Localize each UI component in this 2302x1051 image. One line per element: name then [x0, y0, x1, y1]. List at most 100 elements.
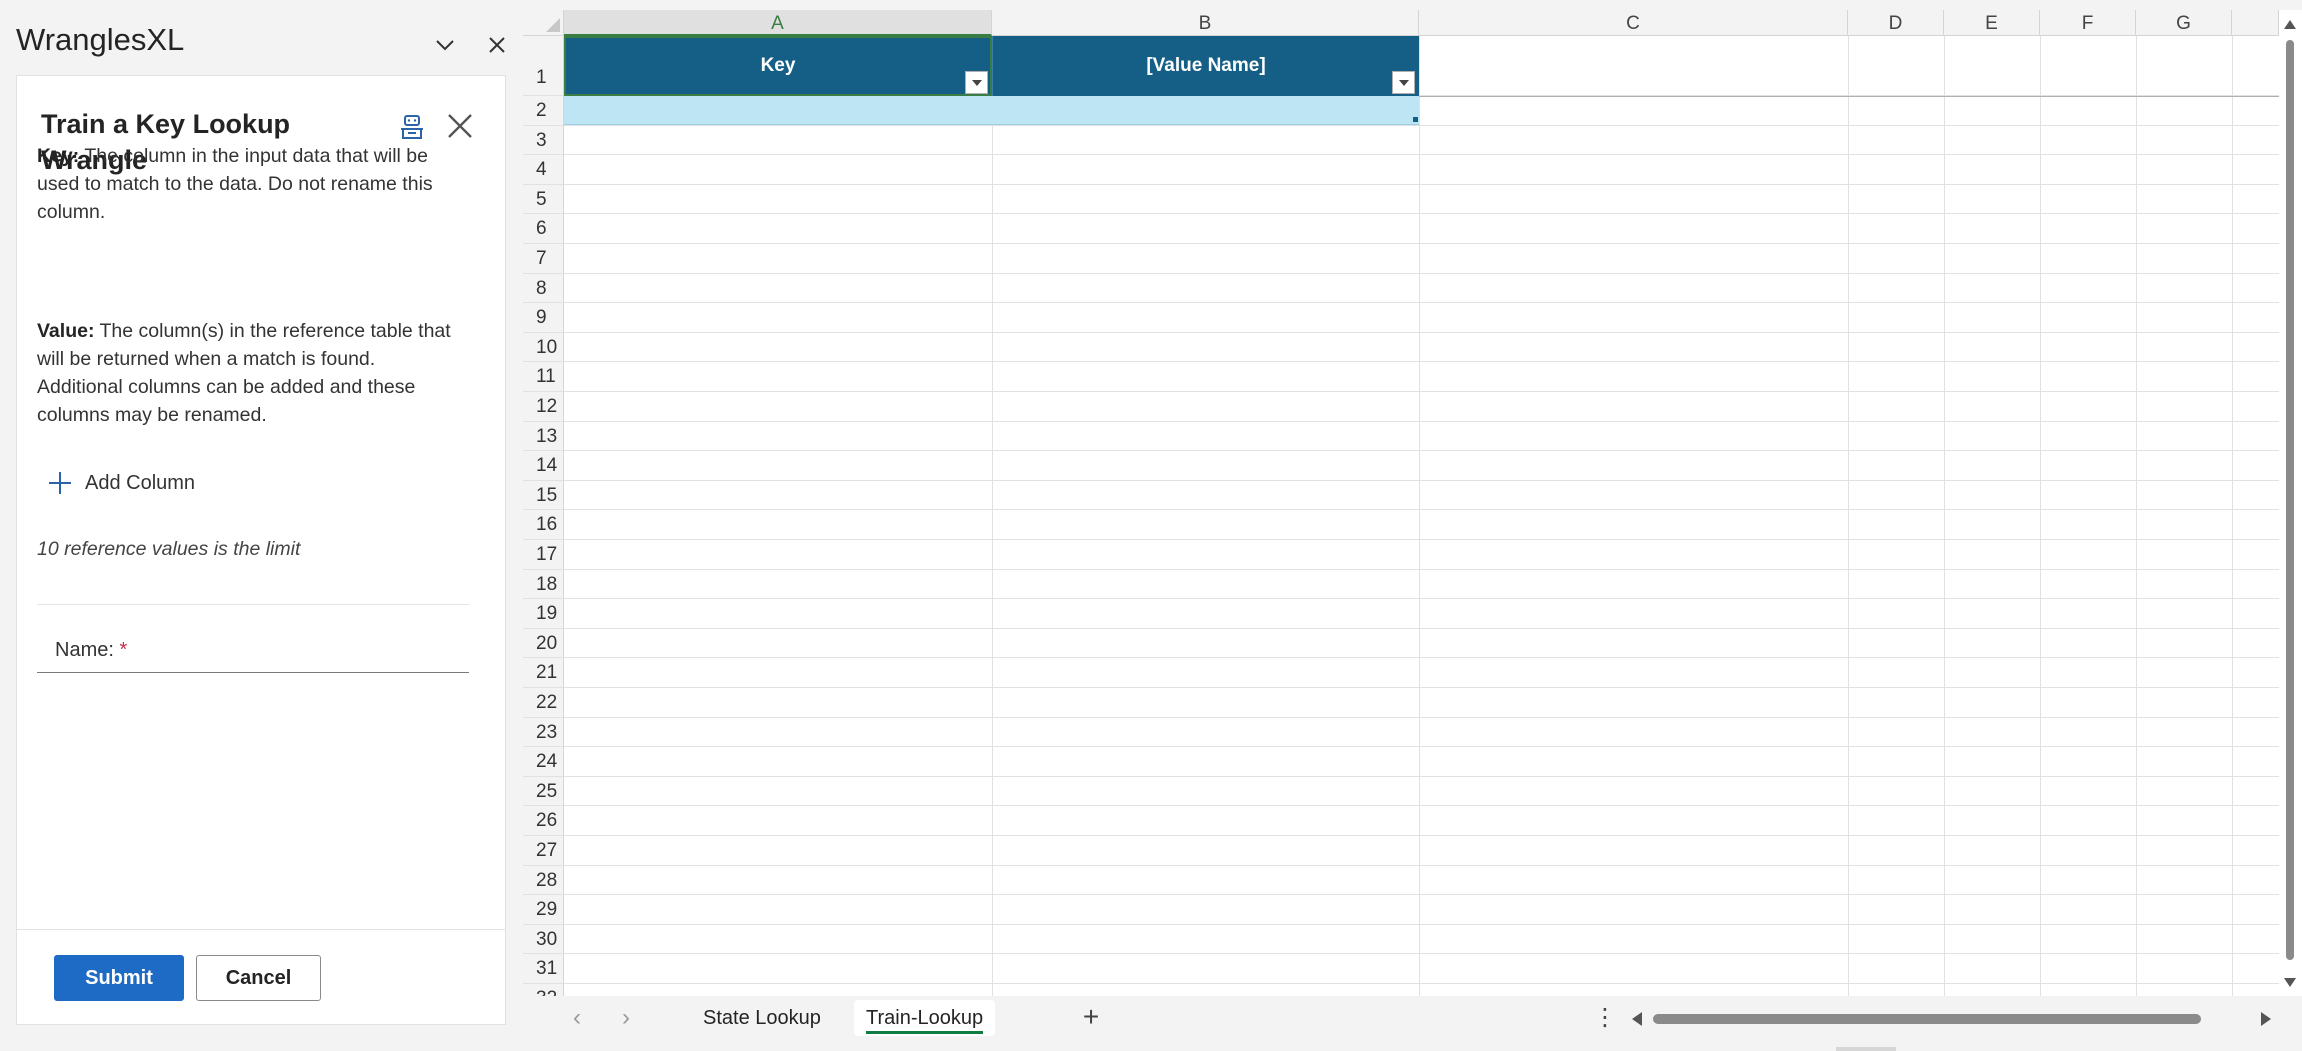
sheet-tab-state-lookup[interactable]: State Lookup: [691, 1000, 833, 1036]
table-data-row[interactable]: [564, 96, 1419, 125]
row-gridline: [564, 391, 2279, 392]
submit-button[interactable]: Submit: [54, 955, 184, 1001]
row-gridline: [564, 627, 2279, 629]
row-gridline: [564, 746, 2279, 748]
vertical-scrollbar[interactable]: [2279, 10, 2302, 996]
name-field[interactable]: Name: *: [37, 630, 469, 673]
horizontal-scrollbar[interactable]: [1628, 1006, 2293, 1032]
active-cell-a1[interactable]: [564, 36, 992, 96]
select-all-corner[interactable]: [523, 10, 564, 36]
row-gridline: [564, 539, 2279, 540]
sheet-tab-label: State Lookup: [703, 1006, 821, 1029]
row-gridline: [564, 864, 2279, 866]
row-header-29[interactable]: 29: [523, 895, 564, 925]
row-header-32[interactable]: 32: [523, 984, 564, 996]
row-header-5[interactable]: 5: [523, 184, 564, 215]
row-header-7[interactable]: 7: [523, 244, 564, 274]
row-header-24[interactable]: 24: [523, 747, 564, 777]
column-header-e[interactable]: E: [1944, 10, 2040, 36]
column-gridline: [2040, 36, 2041, 996]
key-desc-text: The column in the input data that will b…: [37, 145, 433, 223]
more-options-icon[interactable]: ⋮: [1593, 1004, 1617, 1032]
row-header-20[interactable]: 20: [523, 628, 564, 659]
name-input[interactable]: [157, 634, 461, 668]
row-header-30[interactable]: 30: [523, 924, 564, 955]
row-header-13[interactable]: 13: [523, 421, 564, 452]
row-header-28[interactable]: 28: [523, 865, 564, 896]
row-gridline: [564, 183, 2279, 185]
column-gridline: [2136, 36, 2137, 996]
row-header-9[interactable]: 9: [523, 303, 564, 333]
column-header-c[interactable]: C: [1419, 10, 1848, 36]
row-header-4[interactable]: 4: [523, 155, 564, 185]
footer-divider: [16, 929, 506, 930]
value-term: Value:: [37, 320, 95, 342]
row-header-17[interactable]: 17: [523, 540, 564, 570]
row-header-25[interactable]: 25: [523, 776, 564, 807]
row-header-8[interactable]: 8: [523, 273, 564, 304]
vertical-scroll-thumb[interactable]: [2286, 40, 2294, 960]
scroll-left-icon[interactable]: [1632, 1012, 1642, 1026]
row-gridline: [564, 687, 2279, 688]
column-header-f[interactable]: F: [2040, 10, 2136, 36]
row-header-11[interactable]: 11: [523, 362, 564, 392]
row-gridline: [564, 243, 2279, 244]
row-gridline: [564, 775, 2279, 777]
chevron-left-icon[interactable]: ‹: [563, 1004, 591, 1032]
add-column-label: Add Column: [85, 471, 196, 494]
row-header-18[interactable]: 18: [523, 569, 564, 600]
scroll-up-icon[interactable]: [2284, 20, 2296, 29]
close-icon[interactable]: [445, 111, 475, 141]
row-header-14[interactable]: 14: [523, 451, 564, 481]
row-header-23[interactable]: 23: [523, 717, 564, 748]
filter-dropdown-icon[interactable]: [1392, 71, 1415, 94]
row-gridline: [564, 568, 2279, 570]
row-header-10[interactable]: 10: [523, 332, 564, 363]
chevron-down-icon[interactable]: [430, 30, 460, 60]
column-header-d[interactable]: D: [1848, 10, 1944, 36]
row-header-19[interactable]: 19: [523, 599, 564, 629]
add-column-button[interactable]: Add Column: [47, 465, 195, 501]
divider: [37, 604, 469, 605]
spreadsheet-grid[interactable]: A B C D E F G 1 2 3 4 5 6 7 8 9 10 11 12 13 14 15 16 17 1…: [523, 10, 2279, 996]
column-header-g[interactable]: G: [2136, 10, 2232, 36]
row-gridline: [564, 983, 2279, 984]
column-header-b[interactable]: B: [992, 10, 1419, 36]
key-description: Key: The column in the input data that w…: [37, 142, 457, 226]
row-header-26[interactable]: 26: [523, 806, 564, 836]
bot-icon[interactable]: [398, 113, 426, 141]
scroll-right-icon[interactable]: [2261, 1012, 2271, 1026]
row-gridline: [564, 923, 2279, 925]
row-header-27[interactable]: 27: [523, 836, 564, 866]
row-header-2[interactable]: 2: [523, 96, 564, 126]
row-header-16[interactable]: 16: [523, 510, 564, 540]
row-header-3[interactable]: 3: [523, 125, 564, 156]
chevron-right-icon[interactable]: ›: [612, 1004, 640, 1032]
sheet-tab-train-lookup[interactable]: Train-Lookup: [854, 1000, 996, 1036]
row-header-21[interactable]: 21: [523, 658, 564, 688]
column-header-h[interactable]: [2232, 10, 2279, 36]
scroll-down-icon[interactable]: [2284, 978, 2296, 987]
horizontal-scroll-thumb[interactable]: [1653, 1014, 2201, 1024]
table-resize-handle[interactable]: [1413, 117, 1418, 122]
row-gridline: [564, 598, 2279, 600]
row-header-12[interactable]: 12: [523, 392, 564, 422]
close-pane-icon[interactable]: [482, 30, 512, 60]
column-header-a[interactable]: A: [564, 10, 992, 36]
row-gridline: [564, 716, 2279, 718]
row-header-15[interactable]: 15: [523, 480, 564, 511]
column-gridline: [1944, 36, 1945, 996]
table-header-value-text: [Value Name]: [1146, 55, 1266, 76]
pane-title: WranglesXL: [16, 22, 185, 57]
table-header-value-name[interactable]: [Value Name]: [992, 36, 1419, 96]
row-header-22[interactable]: 22: [523, 688, 564, 718]
row-header-31[interactable]: 31: [523, 954, 564, 984]
row-header-1[interactable]: 1: [523, 36, 564, 96]
column-gridline: [992, 36, 993, 996]
row-gridline: [564, 213, 2279, 215]
row-header-6[interactable]: 6: [523, 214, 564, 244]
status-bar-handle: [1836, 1047, 1896, 1051]
cancel-button[interactable]: Cancel: [196, 955, 321, 1001]
name-label-text: Name:: [55, 639, 114, 661]
add-sheet-icon[interactable]: +: [1075, 1002, 1107, 1034]
